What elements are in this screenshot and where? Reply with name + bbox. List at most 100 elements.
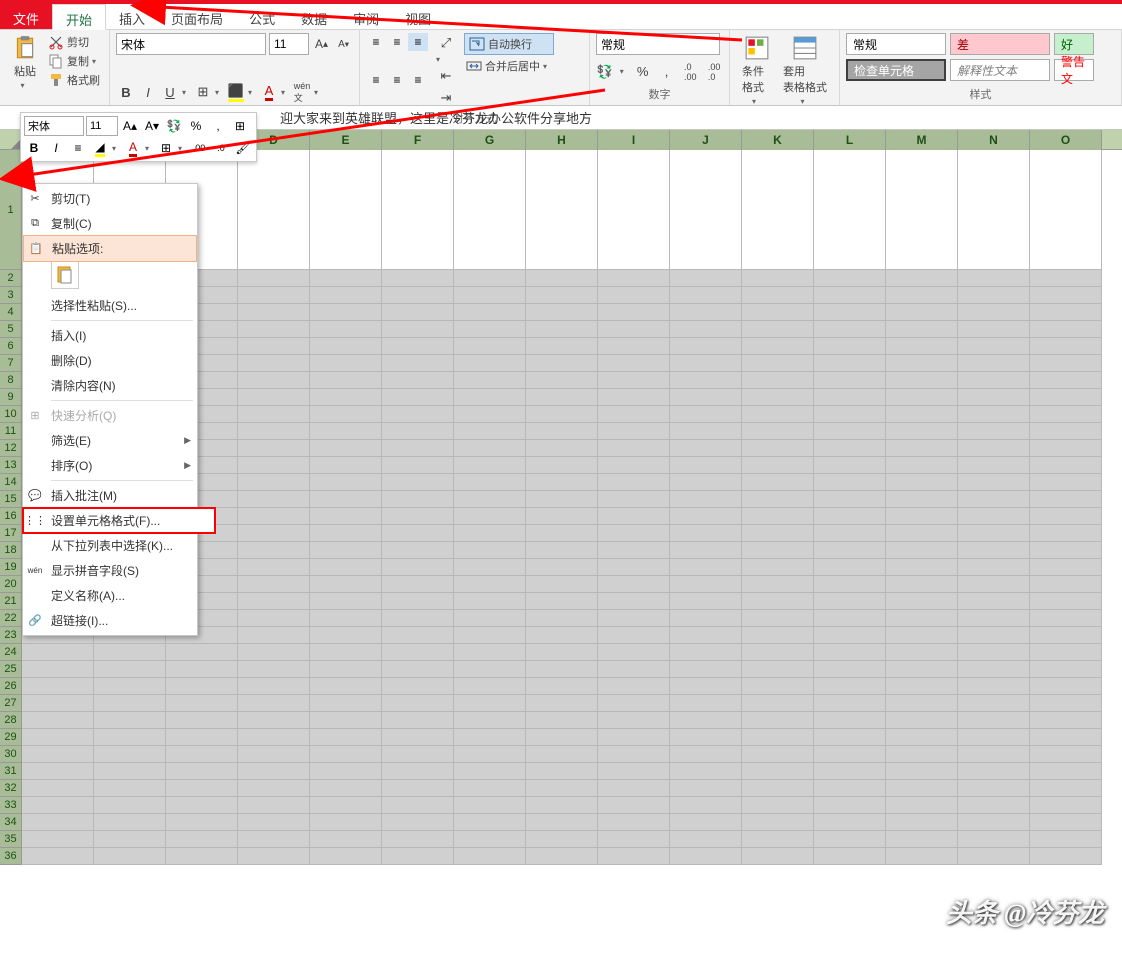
- cell[interactable]: [598, 525, 670, 542]
- cell[interactable]: [670, 304, 742, 321]
- cell[interactable]: [382, 287, 454, 304]
- number-format-select[interactable]: [596, 33, 720, 55]
- cell[interactable]: [382, 304, 454, 321]
- row-header[interactable]: 2: [0, 270, 22, 287]
- cell[interactable]: [598, 338, 670, 355]
- cell[interactable]: [238, 406, 310, 423]
- cell[interactable]: [382, 797, 454, 814]
- cell[interactable]: [958, 338, 1030, 355]
- cell[interactable]: [742, 661, 814, 678]
- cell[interactable]: [814, 508, 886, 525]
- cell[interactable]: [958, 610, 1030, 627]
- cell[interactable]: [598, 763, 670, 780]
- mini-merge-icon[interactable]: ⊞: [230, 116, 250, 136]
- cell[interactable]: [886, 729, 958, 746]
- cell[interactable]: [454, 491, 526, 508]
- cell[interactable]: [382, 678, 454, 695]
- cell[interactable]: [382, 576, 454, 593]
- cell[interactable]: [886, 338, 958, 355]
- cell[interactable]: [886, 763, 958, 780]
- cell[interactable]: [382, 729, 454, 746]
- cell[interactable]: [454, 729, 526, 746]
- cell[interactable]: [382, 627, 454, 644]
- cell[interactable]: [310, 831, 382, 848]
- row-header[interactable]: 31: [0, 763, 22, 780]
- row-header[interactable]: 25: [0, 661, 22, 678]
- cell[interactable]: [670, 831, 742, 848]
- cell[interactable]: [454, 627, 526, 644]
- format-painter-button[interactable]: 格式刷: [46, 71, 103, 89]
- mini-decimal-dec-icon[interactable]: .0: [211, 138, 231, 158]
- cell[interactable]: [1030, 610, 1102, 627]
- mini-formatpainter-icon[interactable]: 🖌: [233, 138, 253, 158]
- cell[interactable]: [742, 440, 814, 457]
- cell[interactable]: [238, 746, 310, 763]
- ctx-copy[interactable]: ⧉ 复制(C): [23, 211, 197, 236]
- cell[interactable]: [598, 576, 670, 593]
- cell[interactable]: [814, 644, 886, 661]
- cell[interactable]: [670, 423, 742, 440]
- cell[interactable]: [382, 321, 454, 338]
- cell[interactable]: [1030, 559, 1102, 576]
- cell[interactable]: [1030, 729, 1102, 746]
- cell[interactable]: [382, 831, 454, 848]
- cell[interactable]: [814, 389, 886, 406]
- cell[interactable]: [814, 576, 886, 593]
- cell[interactable]: [238, 729, 310, 746]
- cell[interactable]: [670, 848, 742, 865]
- cell[interactable]: [886, 678, 958, 695]
- cell[interactable]: [814, 491, 886, 508]
- cell[interactable]: [742, 355, 814, 372]
- cell[interactable]: [814, 712, 886, 729]
- ctx-define-name[interactable]: 定义名称(A)...: [23, 583, 197, 608]
- row-header[interactable]: 21: [0, 593, 22, 610]
- cell[interactable]: [310, 440, 382, 457]
- cell[interactable]: [814, 814, 886, 831]
- increase-font-icon[interactable]: A▴: [312, 34, 331, 54]
- cell[interactable]: [958, 695, 1030, 712]
- cell[interactable]: [310, 746, 382, 763]
- cell[interactable]: [526, 814, 598, 831]
- cell[interactable]: [742, 287, 814, 304]
- cell[interactable]: [670, 712, 742, 729]
- cell[interactable]: [310, 355, 382, 372]
- cell[interactable]: [454, 406, 526, 423]
- merge-center-button[interactable]: 合并后居中▾: [464, 57, 554, 75]
- mini-bold-button[interactable]: B: [24, 138, 44, 158]
- cell[interactable]: [22, 814, 94, 831]
- tab-insert[interactable]: 插入: [106, 4, 158, 29]
- ctx-filter[interactable]: 筛选(E)▶: [23, 428, 197, 453]
- cell[interactable]: [526, 729, 598, 746]
- cell[interactable]: [382, 712, 454, 729]
- style-normal[interactable]: 常规: [846, 33, 946, 55]
- cell[interactable]: [382, 644, 454, 661]
- cell[interactable]: [94, 831, 166, 848]
- cell[interactable]: [382, 355, 454, 372]
- cell[interactable]: [454, 304, 526, 321]
- cell[interactable]: [742, 644, 814, 661]
- ctx-clear[interactable]: 清除内容(N): [23, 373, 197, 398]
- cell[interactable]: [598, 678, 670, 695]
- cell[interactable]: [958, 576, 1030, 593]
- cell[interactable]: [742, 508, 814, 525]
- cell[interactable]: [886, 814, 958, 831]
- cell[interactable]: [1030, 406, 1102, 423]
- cell[interactable]: [526, 695, 598, 712]
- cell[interactable]: [670, 729, 742, 746]
- cell[interactable]: [670, 150, 742, 270]
- cell[interactable]: [670, 797, 742, 814]
- cell[interactable]: [1030, 678, 1102, 695]
- cell[interactable]: [526, 576, 598, 593]
- cell[interactable]: [238, 457, 310, 474]
- cell[interactable]: [742, 474, 814, 491]
- copy-button[interactable]: 复制▾: [46, 52, 103, 70]
- cell[interactable]: [382, 848, 454, 865]
- cell[interactable]: [814, 780, 886, 797]
- cell[interactable]: [886, 593, 958, 610]
- cell[interactable]: [598, 797, 670, 814]
- cell[interactable]: [238, 542, 310, 559]
- cell[interactable]: [454, 848, 526, 865]
- cell[interactable]: [886, 457, 958, 474]
- cell[interactable]: [22, 746, 94, 763]
- cell[interactable]: [886, 508, 958, 525]
